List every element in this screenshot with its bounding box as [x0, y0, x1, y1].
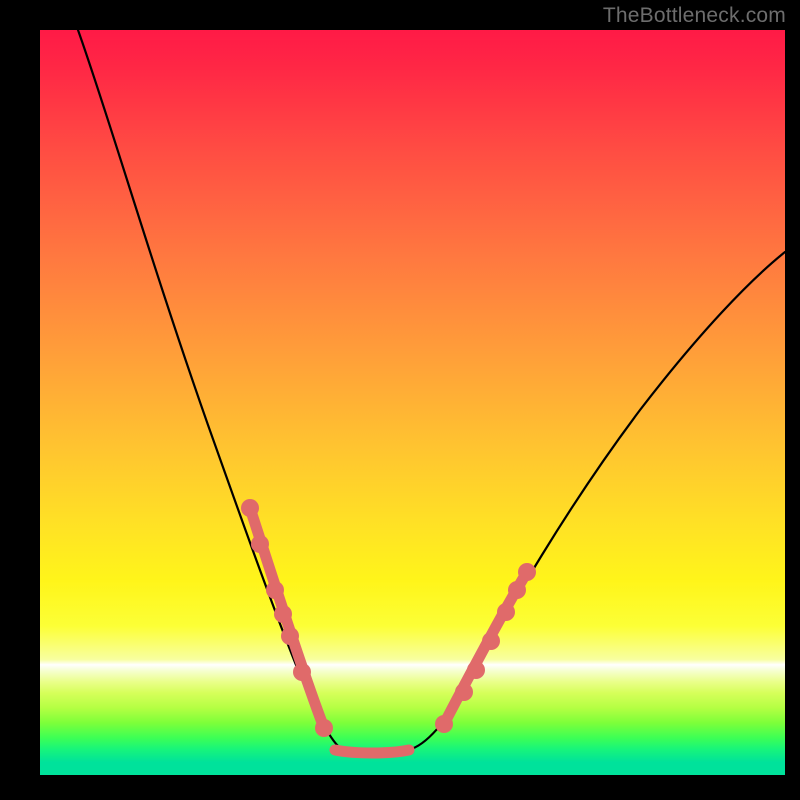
marker-left-5 [281, 627, 299, 645]
marker-right-7 [518, 563, 536, 581]
plot-area [40, 30, 785, 775]
marker-left-4 [274, 605, 292, 623]
marker-left-2 [251, 535, 269, 553]
marker-left-7 [315, 719, 333, 737]
bottleneck-curve [78, 30, 785, 751]
marker-right-4 [482, 632, 500, 650]
marker-right-6 [508, 581, 526, 599]
marker-left-6 [293, 663, 311, 681]
watermark-text: TheBottleneck.com [603, 4, 786, 28]
flat-minimum-segment [335, 750, 409, 753]
chart-frame: TheBottleneck.com [0, 0, 800, 800]
marker-right-1 [435, 715, 453, 733]
marker-left-1 [241, 499, 259, 517]
marker-right-2 [455, 683, 473, 701]
marker-right-3 [467, 661, 485, 679]
marker-left-3 [266, 581, 284, 599]
marker-right-5 [497, 603, 515, 621]
chart-svg [40, 30, 785, 775]
